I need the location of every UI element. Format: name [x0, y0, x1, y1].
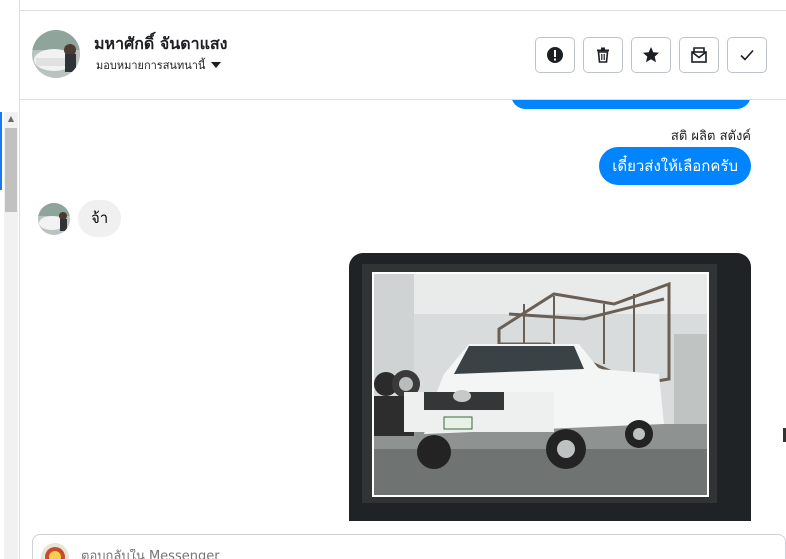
page-avatar	[41, 543, 69, 559]
left-panel-edge: ▲	[0, 0, 20, 559]
incoming-message-row: จ้า	[38, 200, 122, 237]
trash-icon	[597, 47, 609, 63]
envelope-icon	[691, 47, 707, 63]
header-actions	[535, 37, 767, 73]
incoming-message[interactable]: จ้า	[78, 200, 122, 237]
scroll-thumb[interactable]	[5, 128, 17, 212]
contact-avatar[interactable]	[32, 30, 80, 78]
caret-down-icon	[211, 62, 222, 68]
delete-button[interactable]	[583, 37, 623, 73]
reply-input[interactable]	[81, 549, 681, 559]
selection-indicator	[0, 112, 2, 190]
contact-avatar-small[interactable]	[38, 202, 70, 235]
assign-conversation-dropdown[interactable]: มอบหมายการสนทนานี้	[96, 56, 222, 74]
star-button[interactable]	[631, 37, 671, 73]
sender-label: สติ ผลิต สตังค์	[670, 129, 751, 144]
reply-composer[interactable]	[32, 534, 786, 559]
scroll-up-arrow-icon[interactable]: ▲	[4, 112, 18, 126]
contact-name[interactable]: มหาศักดิ์ จันดาแสง	[94, 32, 227, 57]
exclamation-icon	[547, 47, 563, 63]
scrollbar[interactable]: ▲	[4, 112, 18, 559]
message-thread: สติ ผลิต สตังค์ เดี๋ยวส่งให้เลือกครับ จ้…	[20, 100, 786, 521]
star-icon	[643, 47, 659, 63]
previous-outgoing-bubble	[511, 100, 751, 109]
done-button[interactable]	[727, 37, 767, 73]
truck-photo[interactable]	[372, 272, 709, 497]
image-frame	[362, 264, 717, 503]
assign-label: มอบหมายการสนทนานี้	[96, 59, 206, 72]
outgoing-message[interactable]: เดี๋ยวส่งให้เลือกครับ	[599, 147, 751, 185]
report-button[interactable]	[535, 37, 575, 73]
image-attachment[interactable]	[349, 253, 751, 521]
check-icon	[740, 49, 754, 61]
conversation-header: มหาศักดิ์ จันดาแสง มอบหมายการสนทนานี้	[20, 11, 786, 100]
mark-unread-button[interactable]	[679, 37, 719, 73]
